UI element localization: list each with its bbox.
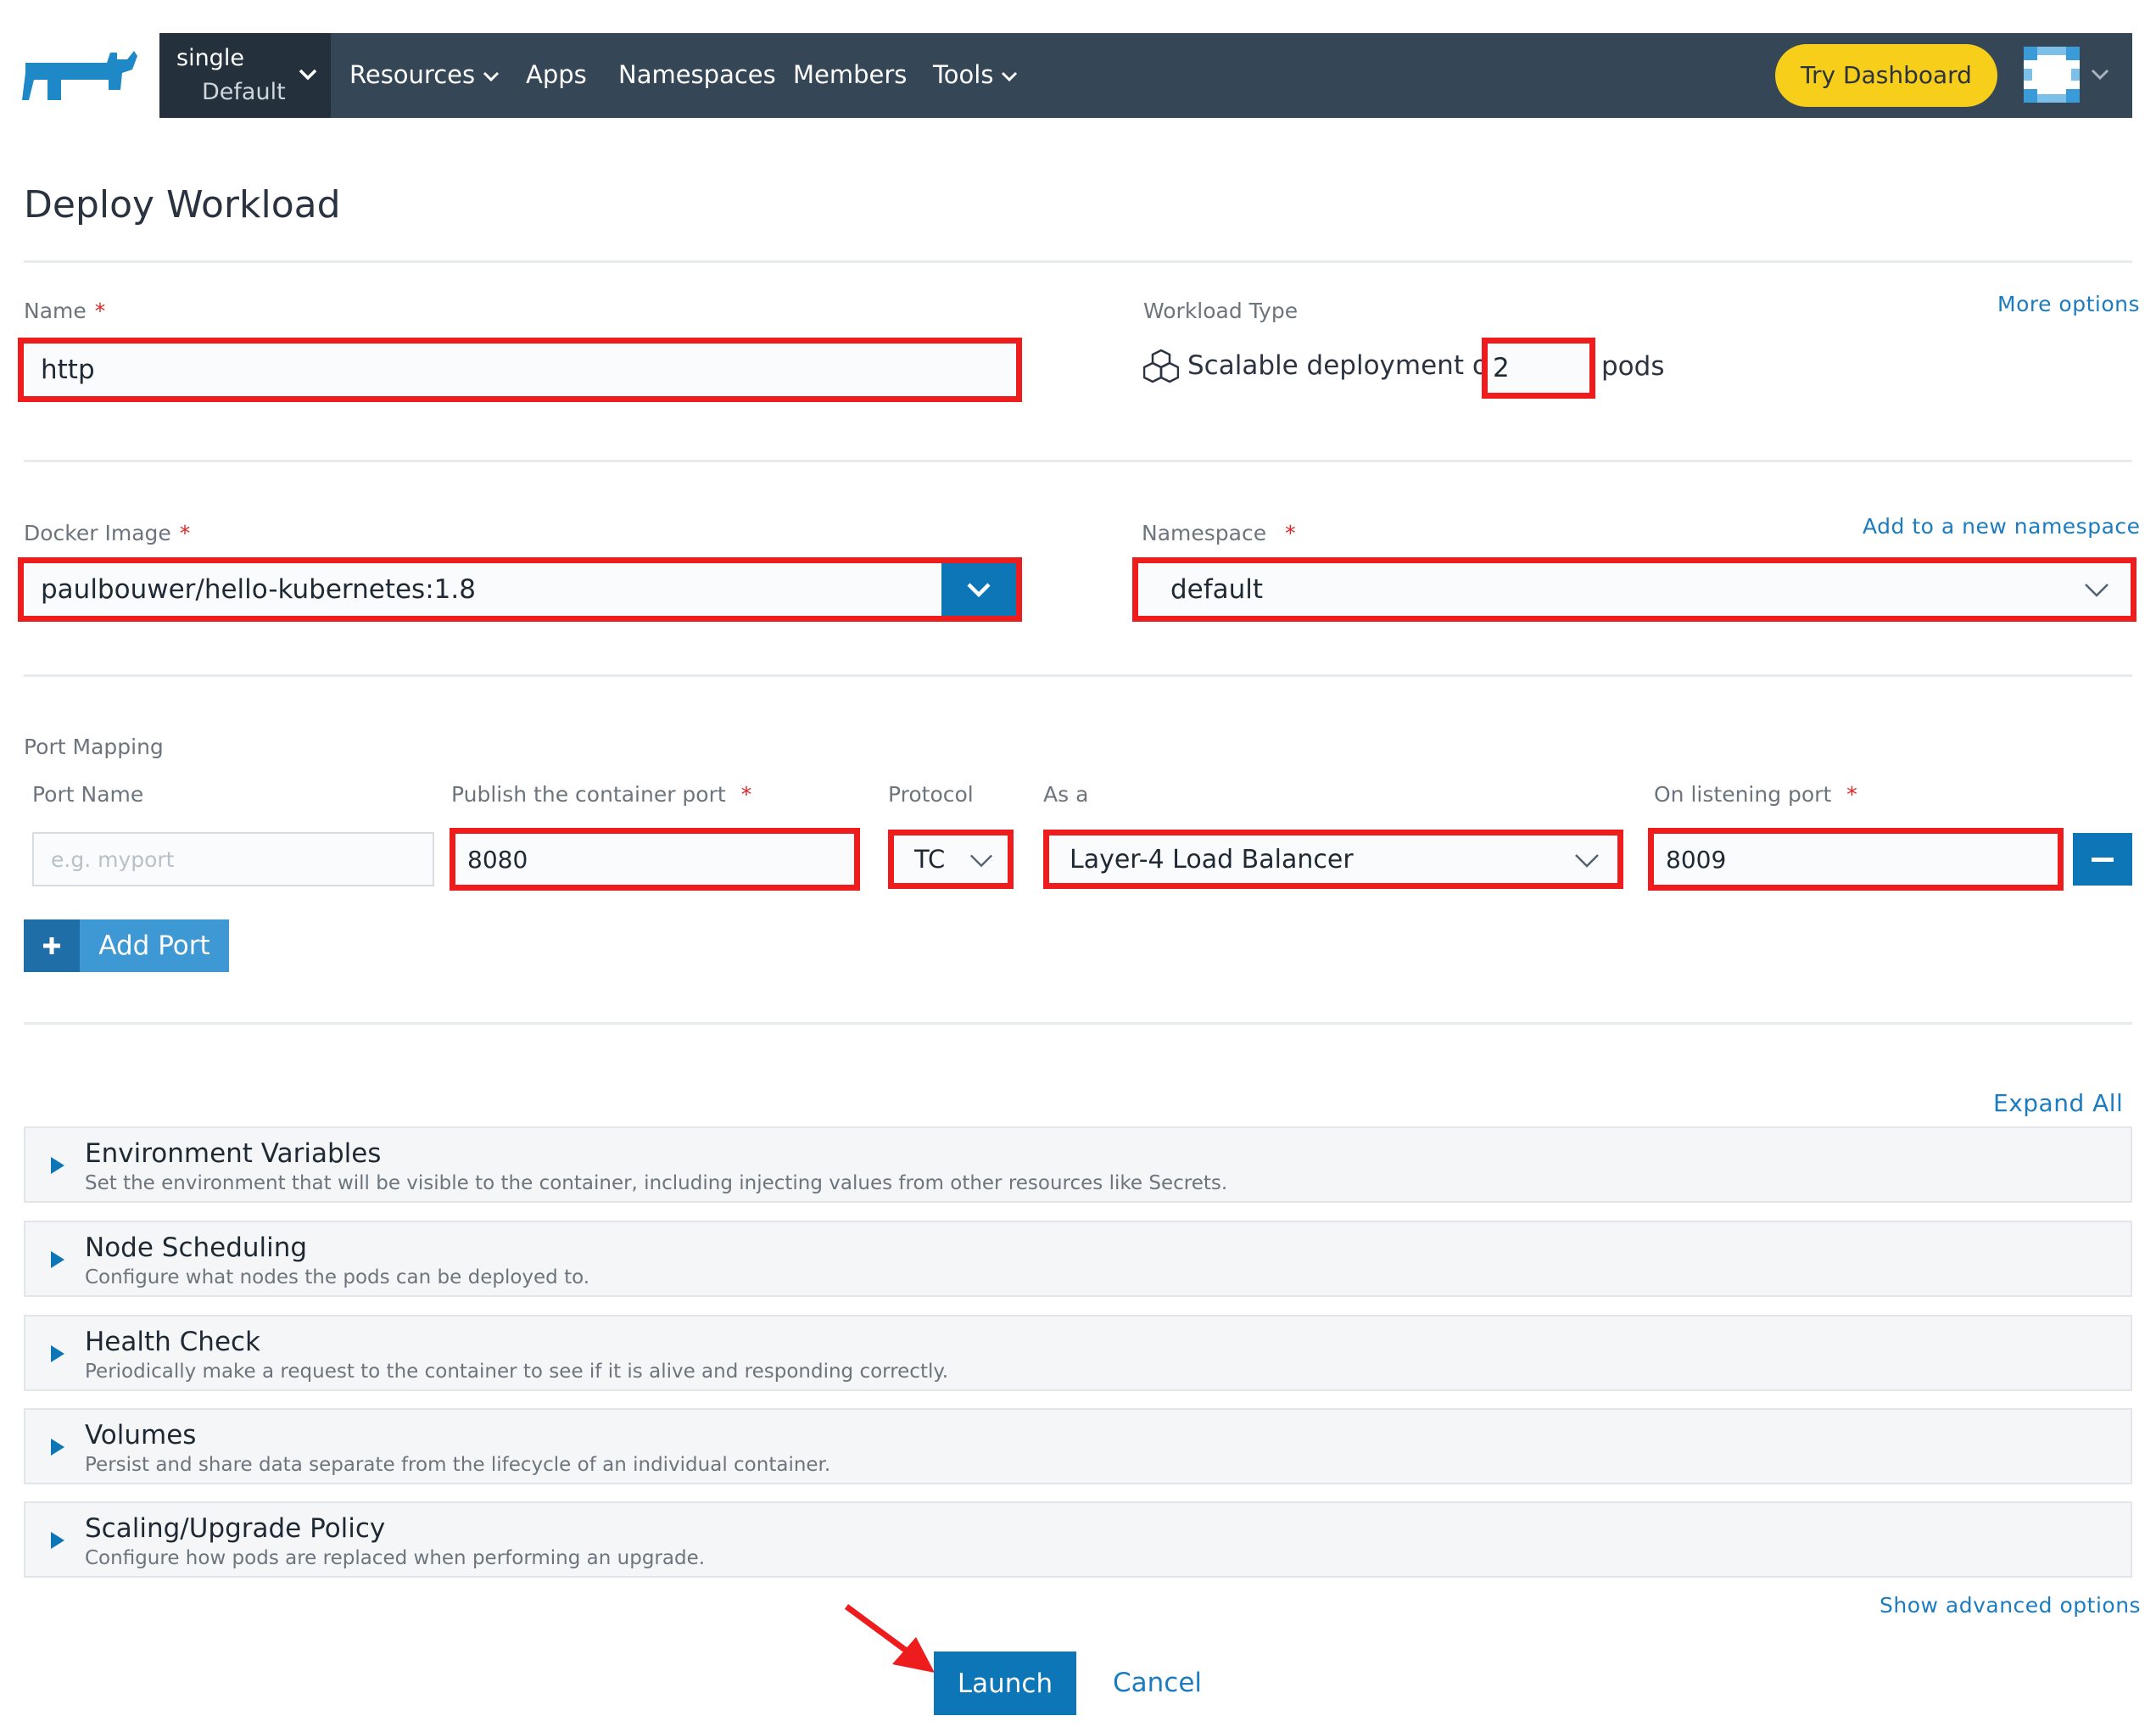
col-publish-port-text: Publish the container port xyxy=(451,782,726,807)
docker-image-label-text: Docker Image xyxy=(24,521,171,545)
nav-members[interactable]: Members xyxy=(793,60,907,89)
section-title: Node Scheduling xyxy=(85,1232,308,1263)
section-title: Environment Variables xyxy=(85,1138,382,1169)
as-a-select-highlight: Layer-4 Load Balancer xyxy=(1043,830,1623,889)
chevron-down-icon xyxy=(1002,71,1018,82)
as-a-select[interactable]: Layer-4 Load Balancer xyxy=(1049,836,1617,883)
nav-tools-label: Tools xyxy=(933,60,994,89)
chevron-down-icon[interactable] xyxy=(2090,65,2110,82)
scalable-deployment-text: Scalable deployment of xyxy=(1187,350,1498,381)
cluster-switcher[interactable]: single Default xyxy=(159,33,331,118)
chevron-down-icon xyxy=(967,583,991,598)
name-label-text: Name xyxy=(24,299,87,323)
section-description: Persist and share data separate from the… xyxy=(85,1454,831,1476)
col-port-name: Port Name xyxy=(32,782,144,807)
top-navigation-bar: single Default Resources Apps Namespaces… xyxy=(159,33,2132,118)
required-mark: * xyxy=(94,299,106,323)
try-dashboard-button[interactable]: Try Dashboard xyxy=(1775,44,1997,107)
cluster-name: single xyxy=(176,45,244,71)
caret-right-icon xyxy=(51,1157,64,1174)
col-protocol: Protocol xyxy=(888,782,974,807)
nav-resources[interactable]: Resources xyxy=(349,60,500,89)
chevron-down-icon xyxy=(299,69,317,81)
pods-count-highlight: 2 xyxy=(1482,338,1595,399)
section-volumes[interactable]: Volumes Persist and share data separate … xyxy=(24,1408,2132,1484)
section-node-scheduling[interactable]: Node Scheduling Configure what nodes the… xyxy=(24,1221,2132,1297)
col-as-a: As a xyxy=(1043,782,1089,807)
listening-port-highlight: 8009 xyxy=(1648,828,2064,891)
docker-image-input[interactable]: paulbouwer/hello-kubernetes:1.8 xyxy=(24,563,1016,616)
divider xyxy=(24,260,2132,263)
page-title: Deploy Workload xyxy=(24,183,341,226)
protocol-select-highlight: TC xyxy=(888,830,1014,889)
rancher-logo-icon[interactable] xyxy=(22,48,141,105)
minus-icon xyxy=(2092,857,2114,862)
section-health-check[interactable]: Health Check Periodically make a request… xyxy=(24,1315,2132,1391)
section-description: Set the environment that will be visible… xyxy=(85,1172,1228,1194)
namespace-label-text: Namespace xyxy=(1142,521,1267,545)
chevron-down-icon xyxy=(483,71,500,82)
docker-image-dropdown-button[interactable] xyxy=(941,563,1016,616)
name-field-highlight: http xyxy=(18,338,1022,402)
section-title: Scaling/Upgrade Policy xyxy=(85,1513,386,1544)
name-label: Name * xyxy=(24,299,105,323)
launch-button[interactable]: Launch xyxy=(934,1652,1076,1715)
section-scaling-upgrade-policy[interactable]: Scaling/Upgrade Policy Configure how pod… xyxy=(24,1501,2132,1578)
chevron-down-icon xyxy=(1575,854,1599,868)
chevron-down-icon xyxy=(969,854,993,868)
workload-type-label: Workload Type xyxy=(1143,299,1299,323)
add-namespace-link[interactable]: Add to a new namespace xyxy=(1863,514,2141,539)
expand-all-link[interactable]: Expand All xyxy=(1993,1089,2123,1117)
namespace-label: Namespace * xyxy=(1142,521,1296,545)
section-title: Health Check xyxy=(85,1327,261,1357)
workload-type-row: Scalable deployment of xyxy=(1143,348,1498,383)
caret-right-icon xyxy=(51,1439,64,1456)
add-port-label: Add Port xyxy=(98,931,210,961)
port-mapping-label: Port Mapping xyxy=(24,735,164,759)
namespace-select[interactable]: default xyxy=(1138,563,2131,616)
name-input[interactable]: http xyxy=(24,344,1016,396)
add-port-button[interactable]: Add Port xyxy=(24,919,229,972)
show-advanced-options-link[interactable]: Show advanced options xyxy=(1880,1593,2141,1618)
avatar-icon[interactable] xyxy=(2024,47,2080,103)
nav-namespaces[interactable]: Namespaces xyxy=(618,60,776,89)
required-mark: * xyxy=(1846,782,1857,807)
caret-right-icon xyxy=(51,1345,64,1362)
container-port-input[interactable]: 8080 xyxy=(455,834,854,885)
chevron-down-icon xyxy=(2085,584,2109,597)
listening-port-input[interactable]: 8009 xyxy=(1654,834,2058,885)
pods-text: pods xyxy=(1601,351,1665,382)
section-description: Periodically make a request to the conta… xyxy=(85,1361,949,1383)
nav-apps[interactable]: Apps xyxy=(526,60,587,89)
section-description: Configure how pods are replaced when per… xyxy=(85,1547,706,1569)
section-environment-variables[interactable]: Environment Variables Set the environmen… xyxy=(24,1126,2132,1203)
divider xyxy=(24,460,2132,462)
nav-tools[interactable]: Tools xyxy=(933,60,1019,89)
caret-right-icon xyxy=(51,1532,64,1549)
col-listening-port: On listening port * xyxy=(1654,782,1857,807)
remove-port-button[interactable] xyxy=(2073,833,2132,886)
divider xyxy=(24,1022,2132,1025)
more-options-link[interactable]: More options xyxy=(1997,292,2140,316)
caret-right-icon xyxy=(51,1251,64,1268)
required-mark: * xyxy=(179,521,191,545)
port-name-input[interactable]: e.g. myport xyxy=(32,832,434,886)
plus-icon xyxy=(24,919,80,972)
nav-resources-label: Resources xyxy=(349,60,476,89)
required-mark: * xyxy=(740,782,752,807)
section-title: Volumes xyxy=(85,1420,197,1450)
docker-image-label: Docker Image * xyxy=(24,521,190,545)
container-port-highlight: 8080 xyxy=(450,828,860,891)
cubes-icon xyxy=(1143,349,1179,383)
required-mark: * xyxy=(1285,521,1296,545)
project-name: Default xyxy=(202,79,286,105)
pods-count-input[interactable]: 2 xyxy=(1488,344,1589,393)
cancel-button[interactable]: Cancel xyxy=(1113,1668,1202,1698)
namespace-select-highlight: default xyxy=(1132,557,2136,622)
col-listening-port-text: On listening port xyxy=(1654,782,1832,807)
divider xyxy=(24,674,2132,677)
docker-image-highlight: paulbouwer/hello-kubernetes:1.8 xyxy=(18,557,1022,622)
col-publish-port: Publish the container port * xyxy=(451,782,751,807)
section-description: Configure what nodes the pods can be dep… xyxy=(85,1266,590,1288)
